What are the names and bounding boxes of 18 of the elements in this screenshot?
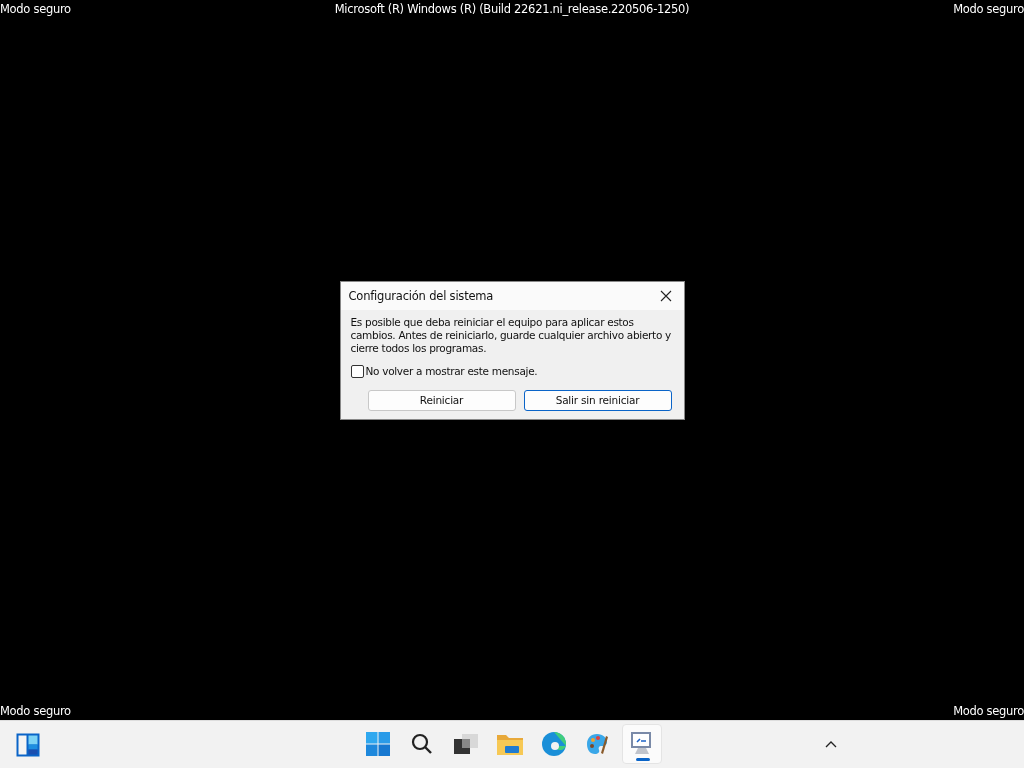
safe-mode-label: Modo seguro: [0, 2, 71, 16]
search-icon: [411, 733, 433, 755]
safe-mode-label: Modo seguro: [953, 704, 1024, 718]
start-icon: [366, 732, 390, 756]
dialog-button[interactable]: Salir sin reiniciar: [523, 389, 672, 411]
palette-icon: [586, 732, 610, 756]
safe-mode-label: Modo seguro: [953, 2, 1024, 16]
chevron-up-icon[interactable]: [825, 741, 837, 748]
widgets-icon[interactable]: [16, 732, 40, 757]
dialog-button[interactable]: Reiniciar: [367, 389, 516, 411]
dialog-title: Configuración del sistema: [348, 288, 494, 303]
browser-icon: [542, 732, 566, 756]
build-label: Microsoft (R) Windows (R) (Build 22621.ni_release.220506-1250): [334, 2, 690, 16]
folder-icon: [497, 733, 523, 755]
checkbox-label: No volver a mostrar este mensaje.: [365, 365, 538, 377]
dialog-message: Es posible que deba reiniciar el equipo para aplicar estos cambios. Antes de reiniciarlo, guarde cualquier archivo abierto y cierre todos los programas.: [350, 315, 672, 355]
safe-mode-label: Modo seguro: [0, 704, 71, 718]
checkbox[interactable]: [350, 364, 364, 378]
